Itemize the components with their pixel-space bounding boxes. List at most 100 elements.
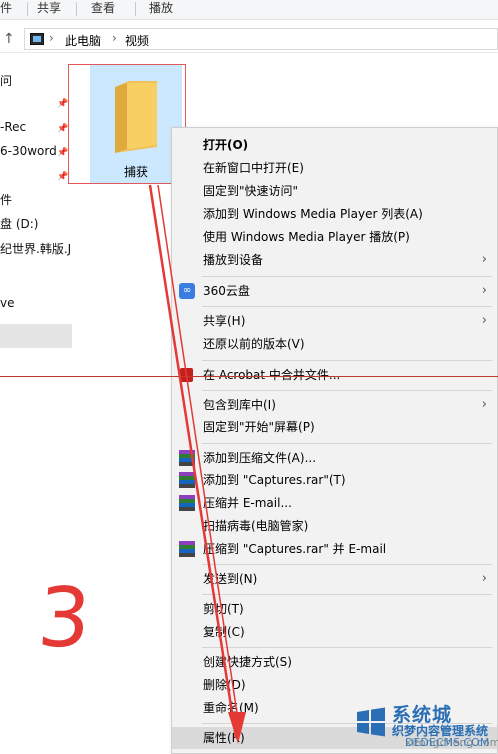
menu-compress-captures-email[interactable]: 压缩到 "Captures.rar" 并 E-mail — [172, 538, 497, 560]
context-menu: 打开(O) 在新窗口中打开(E) 固定到"快速访问" 添加到 Windows M… — [171, 127, 498, 754]
tab-divider — [135, 2, 136, 16]
nav-item[interactable]: -Rec — [0, 120, 26, 140]
menu-label: 固定到"开始"屏幕(P) — [203, 420, 315, 434]
menu-label: 使用 Windows Media Player 播放(P) — [203, 230, 410, 244]
menu-open[interactable]: 打开(O) — [172, 134, 497, 156]
menu-label: 扫描病毒(电脑管家) — [203, 519, 309, 533]
tab-share[interactable]: 共享 — [37, 0, 61, 20]
menu-cut[interactable]: 剪切(T) — [172, 598, 497, 620]
menu-label: 在新窗口中打开(E) — [203, 161, 304, 175]
menu-add-captures-rar[interactable]: 添加到 "Captures.rar"(T) — [172, 469, 497, 491]
annotation-horizontal-line — [0, 376, 498, 377]
winrar-icon — [179, 450, 195, 466]
tab-view[interactable]: 查看 — [91, 0, 115, 20]
submenu-arrow-icon: › — [481, 571, 487, 586]
nav-item[interactable]: 6-30word — [0, 144, 57, 164]
menu-separator — [202, 443, 492, 444]
chevron-right-icon[interactable]: › — [112, 31, 117, 45]
menu-label: 属性(R) — [203, 731, 245, 745]
pin-icon: 📌 — [57, 124, 69, 134]
address-field[interactable]: › 此电脑 › 视频 — [24, 28, 498, 50]
menu-label: 发送到(N) — [203, 572, 258, 586]
menu-delete[interactable]: 删除(D) — [172, 674, 497, 696]
menu-restore-previous[interactable]: 还原以前的版本(V) — [172, 333, 497, 355]
submenu-arrow-icon: › — [481, 397, 487, 412]
submenu-arrow-icon: › — [481, 283, 487, 298]
menu-add-wmp-list[interactable]: 添加到 Windows Media Player 列表(A) — [172, 203, 497, 225]
menu-label: 打开(O) — [203, 138, 249, 152]
acrobat-icon — [180, 368, 193, 382]
breadcrumb-videos[interactable]: 视频 — [125, 32, 149, 49]
menu-label: 复制(C) — [203, 625, 245, 639]
menu-separator — [202, 276, 492, 277]
menu-label: 播放到设备 — [203, 253, 264, 267]
menu-label: 重命名(M) — [203, 701, 259, 715]
menu-label: 添加到 Windows Media Player 列表(A) — [203, 207, 423, 221]
menu-send-to[interactable]: 发送到(N) › — [172, 568, 497, 590]
menu-label: 还原以前的版本(V) — [203, 337, 305, 351]
menu-open-new-window[interactable]: 在新窗口中打开(E) — [172, 157, 497, 179]
menu-label: 删除(D) — [203, 678, 246, 692]
menu-scan-virus[interactable]: 扫描病毒(电脑管家) — [172, 515, 497, 537]
menu-separator — [202, 564, 492, 565]
submenu-arrow-icon: › — [481, 252, 487, 267]
winrar-icon — [179, 472, 195, 488]
up-arrow-icon[interactable]: ↑ — [3, 31, 15, 47]
menu-label: 添加到压缩文件(A)... — [203, 451, 317, 465]
breadcrumb-this-pc[interactable]: 此电脑 — [65, 32, 101, 49]
menu-copy[interactable]: 复制(C) — [172, 621, 497, 643]
nav-item[interactable]: 问 — [0, 72, 12, 92]
pin-icon: 📌 — [57, 99, 69, 109]
nav-item-drive-d[interactable]: 盘 (D:) — [0, 215, 38, 235]
nav-item[interactable]: 纪世界.韩版.Ju — [0, 240, 72, 260]
address-bar: ↑ › 此电脑 › 视频 — [0, 27, 498, 53]
menu-separator — [202, 360, 492, 361]
menu-360-cloud[interactable]: ∞ 360云盘 › — [172, 280, 497, 302]
menu-label: 剪切(T) — [203, 602, 244, 616]
chevron-right-icon[interactable]: › — [49, 31, 54, 45]
cloud-360-icon: ∞ — [179, 283, 195, 299]
menu-label: 压缩到 "Captures.rar" 并 E-mail — [203, 542, 387, 556]
windows-logo-icon — [357, 707, 385, 737]
menu-add-archive[interactable]: 添加到压缩文件(A)... — [172, 447, 497, 469]
nav-item-onedrive[interactable]: ve — [0, 296, 14, 316]
pin-icon: 📌 — [57, 172, 69, 182]
tab-divider — [27, 2, 28, 16]
winrar-icon — [179, 541, 195, 557]
menu-label: 添加到 "Captures.rar"(T) — [203, 473, 346, 487]
tab-play[interactable]: 播放 — [149, 0, 173, 20]
menu-acrobat-combine[interactable]: 在 Acrobat 中合并文件... — [172, 364, 497, 386]
menu-compress-email[interactable]: 压缩并 E-mail... — [172, 492, 497, 514]
watermark: 系统城 织梦内容管理系统 xitongcheng.com DEDECMS.COM — [350, 700, 498, 754]
ribbon-tabs: 件 共享 查看 播放 — [0, 0, 498, 20]
menu-label: 压缩并 E-mail... — [203, 496, 292, 510]
menu-separator — [202, 390, 492, 391]
annotation-step-number: 3 — [34, 571, 94, 666]
menu-share[interactable]: 共享(H) › — [172, 310, 497, 332]
menu-pin-start[interactable]: 固定到"开始"屏幕(P) — [172, 416, 497, 438]
nav-selected-row[interactable] — [0, 324, 72, 348]
menu-separator — [202, 647, 492, 648]
folder-icon — [115, 81, 157, 153]
menu-play-wmp[interactable]: 使用 Windows Media Player 播放(P) — [172, 226, 497, 248]
folder-captures[interactable]: 捕获 — [68, 64, 186, 184]
menu-label: 创建快捷方式(S) — [203, 655, 292, 669]
submenu-arrow-icon: › — [481, 313, 487, 328]
menu-create-shortcut[interactable]: 创建快捷方式(S) — [172, 651, 497, 673]
video-folder-icon — [30, 33, 44, 45]
pin-icon: 📌 — [57, 148, 69, 158]
menu-pin-quick-access[interactable]: 固定到"快速访问" — [172, 180, 497, 202]
menu-label: 包含到库中(I) — [203, 398, 276, 412]
folder-label: 捕获 — [123, 165, 148, 179]
menu-label: 共享(H) — [203, 314, 246, 328]
nav-item[interactable]: 件 — [0, 191, 12, 211]
menu-separator — [202, 306, 492, 307]
menu-separator — [202, 594, 492, 595]
menu-cast-to-device[interactable]: 播放到设备 › — [172, 249, 497, 271]
tab-divider — [76, 2, 77, 16]
tab-file[interactable]: 件 — [0, 0, 12, 20]
menu-label: 在 Acrobat 中合并文件... — [203, 368, 341, 382]
menu-label: 固定到"快速访问" — [203, 184, 299, 198]
menu-include-library[interactable]: 包含到库中(I) › — [172, 394, 497, 416]
winrar-icon — [179, 495, 195, 511]
